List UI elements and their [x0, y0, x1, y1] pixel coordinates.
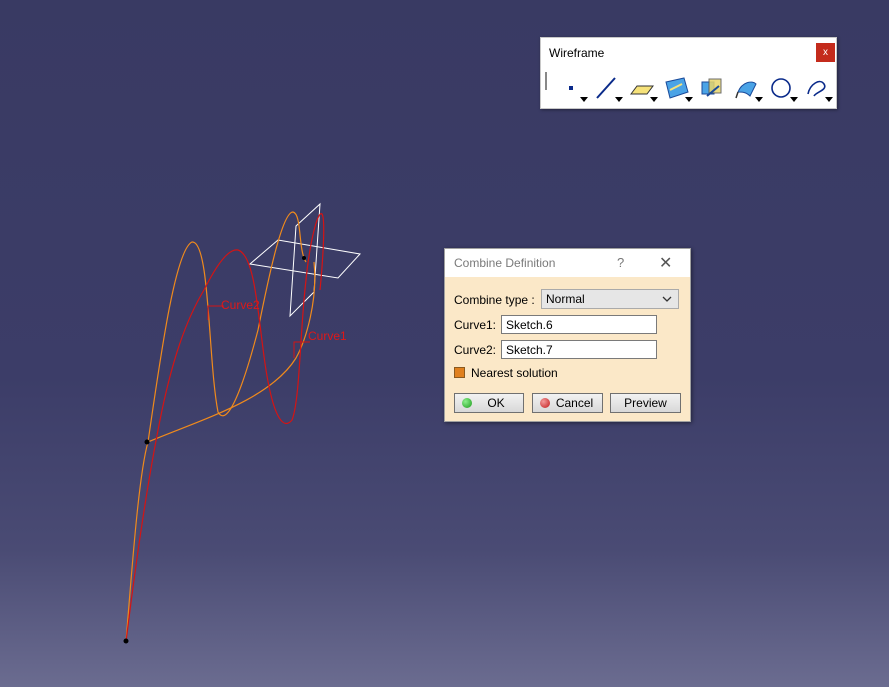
spline-tool-button[interactable]: [800, 74, 835, 104]
wireframe-toolbar: Wireframe x: [540, 37, 837, 109]
nearest-solution-label: Nearest solution: [471, 366, 558, 380]
red-curve-spine[interactable]: [125, 289, 205, 643]
offset-tool-dropdown[interactable]: [755, 97, 763, 102]
curve1-label[interactable]: Curve1: [308, 329, 347, 343]
point-tool-dropdown[interactable]: [580, 97, 588, 102]
curve2-label[interactable]: Curve2: [221, 298, 260, 312]
combine-definition-dialog: Combine Definition ? ✕ Combine type : No…: [444, 248, 691, 422]
line-tool-dropdown[interactable]: [615, 97, 623, 102]
cancel-button[interactable]: Cancel: [532, 393, 603, 413]
preview-button[interactable]: Preview: [610, 393, 681, 413]
combine-type-label: Combine type :: [454, 293, 535, 307]
close-button[interactable]: ✕: [659, 253, 672, 273]
point-plane[interactable]: [302, 256, 306, 260]
projection-tool-button[interactable]: [660, 74, 695, 104]
line-tool-button[interactable]: [590, 74, 625, 104]
curve2-field[interactable]: Sketch.7: [501, 340, 657, 359]
combine-type-select[interactable]: Normal: [541, 289, 679, 309]
curve1-field[interactable]: Sketch.6: [501, 315, 657, 334]
orange-curve-wave[interactable]: [147, 211, 307, 443]
circle-tool-dropdown[interactable]: [790, 97, 798, 102]
plane-tool-button[interactable]: [625, 74, 660, 104]
plane-tool-dropdown[interactable]: [650, 97, 658, 102]
spline-tool-dropdown[interactable]: [825, 97, 833, 102]
toolbar-title: Wireframe: [549, 46, 605, 60]
curve2-field-label: Curve2:: [454, 343, 497, 357]
toolbar-grip[interactable]: [545, 72, 547, 90]
toolbar-close-button[interactable]: x: [816, 43, 835, 62]
point-tool-button[interactable]: [555, 74, 590, 104]
green-dot-icon: [462, 398, 472, 408]
offset-tool-button[interactable]: [730, 74, 765, 104]
circle-tool-button[interactable]: [765, 74, 800, 104]
nearest-solution-checkbox[interactable]: [454, 367, 465, 378]
projection-tool-dropdown[interactable]: [685, 97, 693, 102]
point-upper[interactable]: [144, 439, 150, 445]
ok-label: OK: [487, 396, 505, 410]
dialog-title: Combine Definition: [454, 256, 556, 270]
curve1-field-label: Curve1:: [454, 318, 497, 332]
intersection-icon: [701, 78, 722, 97]
ok-button[interactable]: OK: [454, 393, 524, 413]
intersection-tool-button[interactable]: [695, 74, 730, 104]
dialog-titlebar[interactable]: Combine Definition ? ✕: [445, 249, 690, 277]
chevron-down-icon: [662, 296, 672, 302]
point-lower[interactable]: [123, 638, 129, 644]
red-dot-icon: [540, 398, 550, 408]
combine-type-value: Normal: [546, 292, 585, 306]
help-button[interactable]: ?: [617, 255, 624, 270]
